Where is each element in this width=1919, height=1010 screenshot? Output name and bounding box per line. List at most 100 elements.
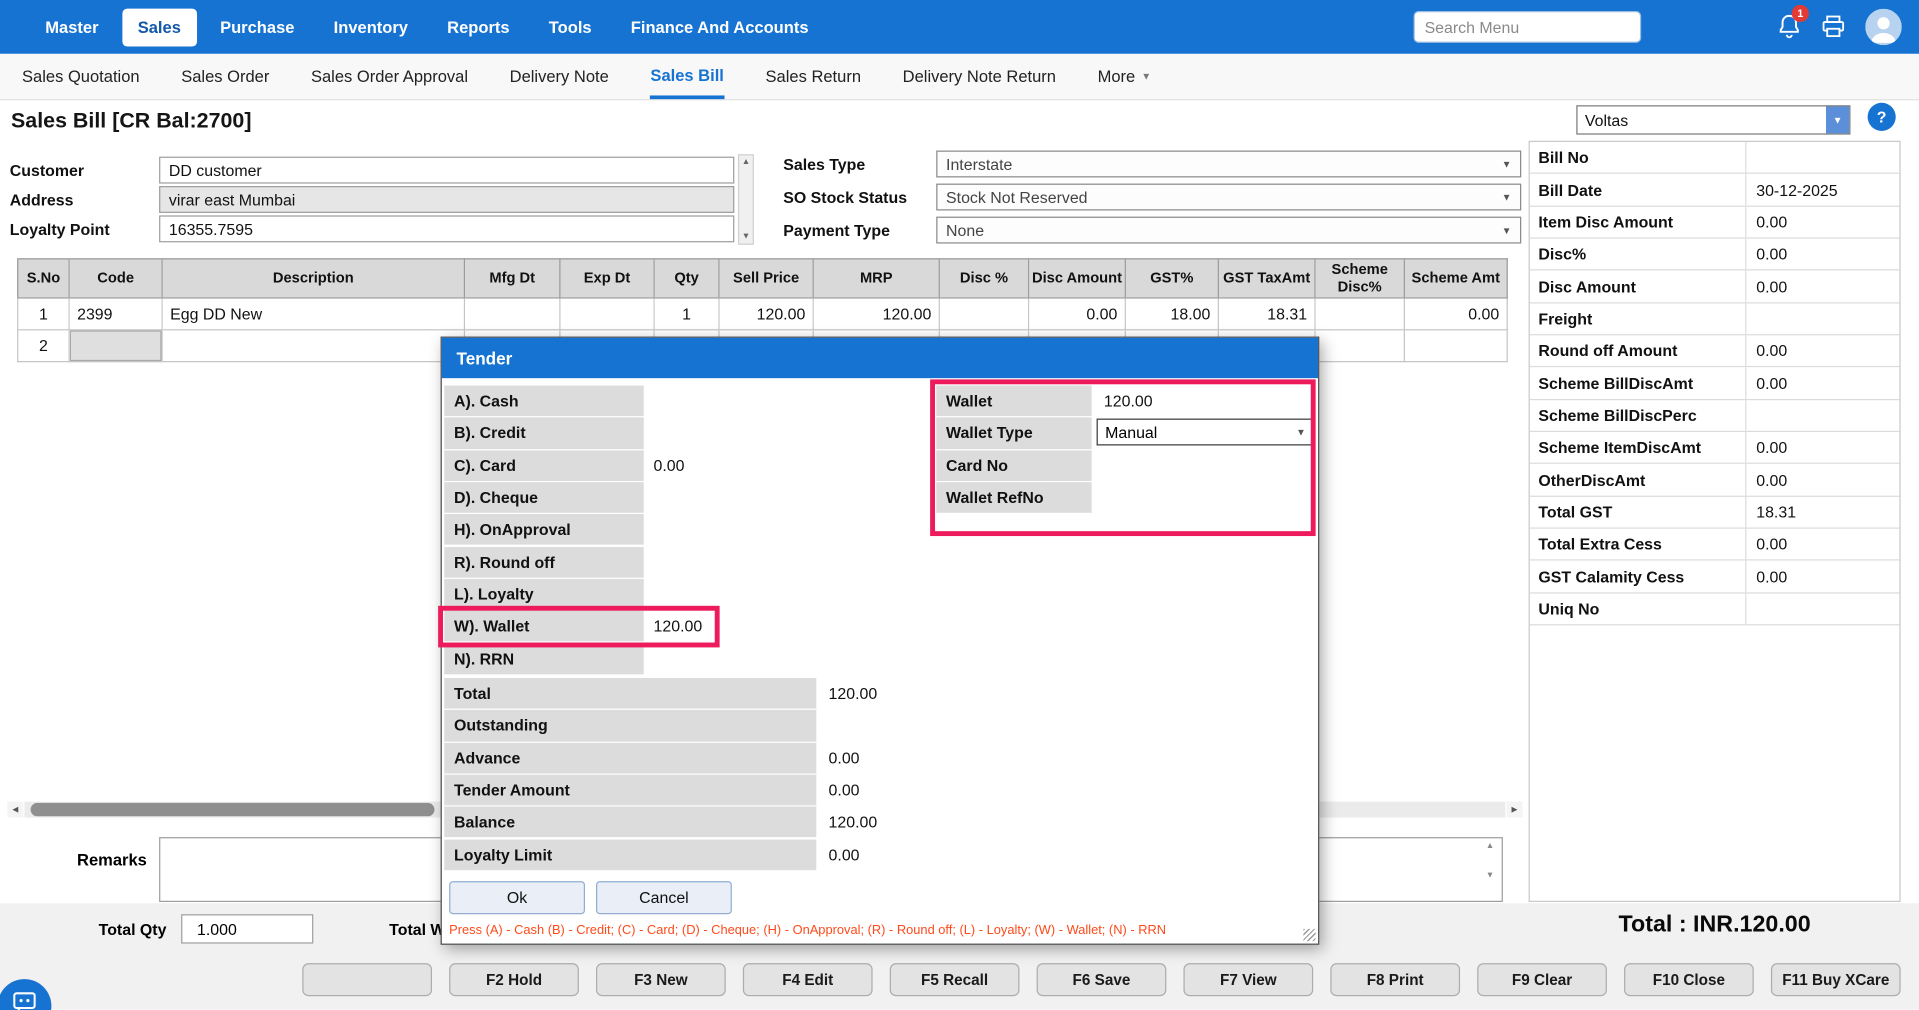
tender-total-value: 0.00: [819, 839, 1309, 870]
top-nav-item-tools[interactable]: Tools: [533, 8, 608, 46]
function-button-f7-view[interactable]: F7 View: [1183, 963, 1313, 996]
function-button-f3-new[interactable]: F3 New: [596, 963, 726, 996]
customer-scrollbar[interactable]: ▲ ▼: [738, 154, 754, 245]
chevron-down-icon[interactable]: ▼: [1826, 106, 1849, 133]
sub-nav-item-sales-quotation[interactable]: Sales Quotation: [22, 54, 140, 99]
cell-s-no[interactable]: 1: [17, 299, 70, 331]
cell-sell-price[interactable]: 120.00: [720, 299, 814, 331]
function-button-f2-hold[interactable]: F2 Hold: [449, 963, 579, 996]
input-address[interactable]: [159, 186, 734, 213]
select-so-stock-status[interactable]: Stock Not Reserved▼: [936, 184, 1521, 211]
top-nav-item-purchase[interactable]: Purchase: [204, 8, 310, 46]
cell-gst-taxamt[interactable]: 18.31: [1219, 299, 1316, 331]
tender-pay-value[interactable]: 0.00: [646, 450, 854, 481]
top-nav-item-reports[interactable]: Reports: [431, 8, 525, 46]
tender-total-row-loyalty-limit: Loyalty Limit0.00: [444, 839, 1315, 871]
summary-value: 0.00: [1746, 374, 1787, 392]
tender-pay-value[interactable]: [646, 418, 854, 449]
search-input[interactable]: [1414, 11, 1642, 43]
function-button-f11-buy-xcare[interactable]: F11 Buy XCare: [1771, 963, 1901, 996]
tender-pay-label: C). Card: [444, 450, 643, 481]
cell-scheme-amt[interactable]: 0.00: [1405, 299, 1508, 331]
scroll-down-icon[interactable]: ▼: [739, 233, 752, 242]
tender-pay-value[interactable]: [646, 514, 854, 545]
scroll-up-icon[interactable]: ▲: [1486, 842, 1494, 851]
ok-button[interactable]: Ok: [449, 881, 585, 914]
tender-pay-value[interactable]: [646, 546, 854, 577]
avatar[interactable]: [1865, 9, 1902, 46]
tender-pay-label: B). Credit: [444, 418, 643, 449]
cell-exp-dt[interactable]: [561, 299, 655, 331]
tender-pay-value[interactable]: [646, 643, 854, 674]
top-nav-item-finance-and-accounts[interactable]: Finance And Accounts: [615, 8, 825, 46]
horizontal-scrollbar-thumb[interactable]: [31, 803, 435, 816]
tender-pay-value[interactable]: 120.00: [646, 611, 854, 642]
summary-row-freight: Freight: [1530, 303, 1900, 335]
wallet-value[interactable]: [1094, 482, 1312, 513]
function-button-f5-recall[interactable]: F5 Recall: [890, 963, 1020, 996]
tender-pay-value[interactable]: [646, 386, 854, 417]
sub-nav-item-sales-order[interactable]: Sales Order: [181, 54, 269, 99]
cell-description[interactable]: [163, 330, 465, 362]
print-icon[interactable]: [1820, 15, 1847, 46]
total-qty-input[interactable]: [181, 914, 313, 943]
wallet-value[interactable]: [1094, 450, 1312, 481]
cell-mfg-dt[interactable]: [465, 299, 560, 331]
input-customer[interactable]: [159, 157, 734, 184]
tender-total-label: Outstanding: [444, 710, 816, 741]
summary-value: 0.00: [1746, 342, 1787, 360]
function-button-f8-print[interactable]: F8 Print: [1330, 963, 1460, 996]
function-button-f4-edit[interactable]: F4 Edit: [743, 963, 873, 996]
cell-s-no[interactable]: 2: [17, 330, 70, 362]
top-nav-item-sales[interactable]: Sales: [122, 8, 197, 46]
wallet-type-select[interactable]: Manual▼: [1097, 419, 1315, 446]
cancel-button[interactable]: Cancel: [596, 881, 732, 914]
sub-nav-item-delivery-note[interactable]: Delivery Note: [510, 54, 609, 99]
input-loyalty-point[interactable]: [159, 215, 734, 242]
help-button[interactable]: ?: [1868, 103, 1896, 131]
tender-pay-row-h-onapproval: H). OnApproval: [444, 514, 1315, 546]
cell-scheme-disc[interactable]: [1316, 330, 1405, 362]
cell-qty[interactable]: 1: [655, 299, 720, 331]
summary-row-scheme-billdiscperc: Scheme BillDiscPerc: [1530, 400, 1900, 432]
summary-row-otherdiscamt: OtherDiscAmt0.00: [1530, 464, 1900, 496]
scroll-right-icon[interactable]: ►: [1507, 802, 1523, 818]
sub-nav-item-sales-bill[interactable]: Sales Bill: [650, 54, 723, 99]
cell-scheme-amt[interactable]: [1405, 330, 1508, 362]
cell-code[interactable]: 2399: [70, 299, 163, 331]
cell-disc[interactable]: [940, 299, 1029, 331]
sub-nav-item-more[interactable]: More▼: [1098, 54, 1151, 99]
label-payment-type: Payment Type: [783, 222, 890, 240]
top-nav: MasterSalesPurchaseInventoryReportsTools…: [0, 0, 1919, 54]
resize-grip[interactable]: [1303, 929, 1315, 941]
summary-row-disc-amount: Disc Amount0.00: [1530, 271, 1900, 303]
wallet-value[interactable]: 120.00: [1094, 386, 1312, 417]
scroll-up-icon[interactable]: ▲: [739, 158, 752, 167]
company-select[interactable]: Voltas ▼: [1576, 105, 1850, 134]
tender-pay-value[interactable]: [646, 482, 854, 513]
items-table-header: S.NoCodeDescriptionMfg DtExp DtQtySell P…: [17, 258, 1508, 298]
function-button-blank[interactable]: [302, 963, 432, 996]
cell-scheme-disc[interactable]: [1316, 299, 1405, 331]
tender-pay-value[interactable]: [646, 579, 854, 610]
function-button-f6-save[interactable]: F6 Save: [1037, 963, 1167, 996]
function-button-f10-close[interactable]: F10 Close: [1624, 963, 1754, 996]
cell-gst[interactable]: 18.00: [1126, 299, 1219, 331]
top-nav-item-inventory[interactable]: Inventory: [318, 8, 424, 46]
cell-code[interactable]: [70, 330, 163, 362]
scroll-left-icon[interactable]: ◄: [7, 802, 23, 818]
wallet-row-wallet: Wallet120.00: [936, 386, 1315, 418]
select-sales-type[interactable]: Interstate▼: [936, 151, 1521, 178]
sub-nav-item-delivery-note-return[interactable]: Delivery Note Return: [903, 54, 1056, 99]
cell-disc-amount[interactable]: 0.00: [1029, 299, 1126, 331]
function-button-f9-clear[interactable]: F9 Clear: [1477, 963, 1607, 996]
scroll-down-icon[interactable]: ▼: [1486, 871, 1494, 880]
top-nav-item-master[interactable]: Master: [29, 8, 114, 46]
sub-nav-item-sales-order-approval[interactable]: Sales Order Approval: [311, 54, 468, 99]
tender-total-row-outstanding: Outstanding: [444, 710, 1315, 742]
summary-label: Freight: [1530, 303, 1747, 334]
sub-nav-item-sales-return[interactable]: Sales Return: [766, 54, 862, 99]
select-payment-type[interactable]: None▼: [936, 217, 1521, 244]
cell-mrp[interactable]: 120.00: [814, 299, 940, 331]
cell-description[interactable]: Egg DD New: [163, 299, 465, 331]
